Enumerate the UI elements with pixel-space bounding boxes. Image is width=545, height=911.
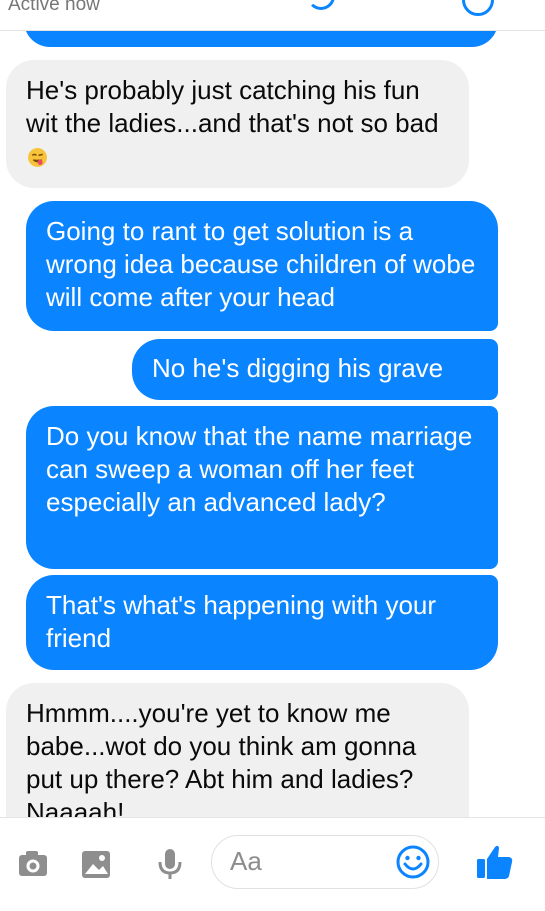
- message-thread[interactable]: He's probably just catching his fun wit …: [0, 0, 545, 817]
- message-input[interactable]: Aa: [211, 835, 439, 889]
- message-composer: Aa: [0, 817, 545, 911]
- winking-tongue-emoji-icon: [28, 148, 47, 167]
- active-status: Active now: [8, 0, 100, 15]
- messenger-chat-screen: Active now He's probably just catching h…: [0, 0, 545, 911]
- incoming-message[interactable]: He's probably just catching his fun wit …: [6, 60, 469, 188]
- message-input-placeholder: Aa: [230, 846, 262, 876]
- chat-header: Active now: [0, 0, 545, 31]
- outgoing-message[interactable]: Going to rant to get solution is a wrong…: [26, 201, 498, 331]
- microphone-icon[interactable]: [152, 846, 188, 882]
- outgoing-message[interactable]: No he's digging his grave: [132, 339, 498, 400]
- message-text: He's probably just catching his fun wit …: [26, 75, 439, 138]
- outgoing-message[interactable]: That's what's happening with your friend: [26, 575, 498, 670]
- image-gallery-icon[interactable]: [78, 846, 114, 882]
- info-icon[interactable]: [462, 0, 494, 16]
- smiley-icon[interactable]: [395, 844, 431, 880]
- incoming-message[interactable]: Hmmm....you're yet to know me babe...wot…: [6, 683, 469, 817]
- thumbs-up-icon[interactable]: [474, 841, 516, 883]
- call-icon[interactable]: [307, 0, 335, 10]
- camera-icon[interactable]: [15, 846, 51, 882]
- outgoing-message[interactable]: Do you know that the name marriage can s…: [26, 406, 498, 569]
